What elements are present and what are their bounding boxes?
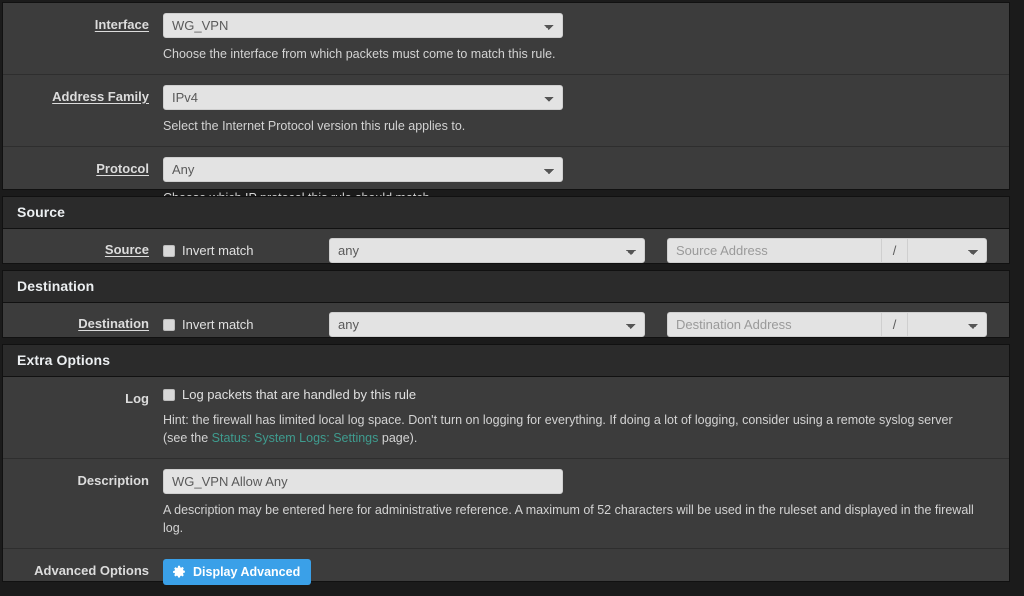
- destination-address-group: /: [667, 312, 987, 337]
- source-invert-match-toggle[interactable]: Invert match: [163, 243, 329, 258]
- destination-address-separator: /: [881, 312, 907, 337]
- destination-invert-match-toggle[interactable]: Invert match: [163, 317, 329, 332]
- destination-type-wrap: any: [329, 312, 645, 337]
- gear-icon: [172, 565, 186, 579]
- source-type-wrap: any: [329, 238, 645, 263]
- form-row-destination: Destination Invert match any Destination…: [3, 303, 1009, 346]
- source-invert-match-label: Invert match: [182, 243, 254, 258]
- source-controls: Invert match any /: [163, 238, 995, 263]
- source-address-group: /: [667, 238, 987, 263]
- destination-field-cell: Invert match any /: [163, 312, 1009, 337]
- destination-panel: Destination Destination Invert match any: [2, 270, 1010, 338]
- destination-type-select[interactable]: any: [329, 312, 645, 337]
- destination-label-cell: Destination: [3, 312, 163, 331]
- form-row-source: Source Invert match any /: [3, 229, 1009, 272]
- extra-options-panel: Extra Options Log Log packets that are h…: [2, 344, 1010, 585]
- interface-field-cell: WG_VPN Choose the interface from which p…: [163, 13, 1009, 63]
- advanced-options-label: Advanced Options: [34, 563, 149, 578]
- description-help-text: A description may be entered here for ad…: [163, 502, 974, 535]
- firewall-rule-edit-page: Interface WG_VPN Choose the interface fr…: [0, 0, 1024, 585]
- interface-help-text: Choose the interface from which packets …: [163, 47, 556, 61]
- destination-invert-match-label: Invert match: [182, 317, 254, 332]
- address-family-select[interactable]: IPv4: [163, 85, 563, 111]
- display-advanced-button-label: Display Advanced: [193, 565, 301, 579]
- checkbox-icon[interactable]: [163, 318, 175, 331]
- address-family-label-cell: Address Family: [3, 85, 163, 104]
- system-logs-settings-link[interactable]: Status: System Logs: Settings: [212, 431, 379, 445]
- checkbox-icon[interactable]: [163, 388, 175, 401]
- source-label[interactable]: Source: [105, 242, 149, 257]
- form-row-advanced-options: Advanced Options Display Advanced: [3, 549, 1009, 596]
- description-label: Description: [77, 472, 149, 488]
- destination-controls: Invert match any /: [163, 312, 995, 337]
- address-family-help-text: Select the Internet Protocol version thi…: [163, 119, 466, 134]
- destination-address-input[interactable]: [667, 312, 881, 337]
- destination-panel-heading: Destination: [3, 271, 1009, 303]
- source-field-cell: Invert match any /: [163, 238, 1009, 263]
- advanced-options-field-cell: Display Advanced: [163, 559, 1009, 585]
- log-packets-toggle[interactable]: Log packets that are handled by this rul…: [163, 387, 416, 402]
- description-label-cell: Description: [3, 469, 163, 488]
- source-mask-select[interactable]: [907, 238, 987, 263]
- log-hint-text: Hint: the firewall has limited local log…: [163, 411, 975, 447]
- protocol-select[interactable]: Any: [163, 157, 563, 183]
- description-field-cell: A description may be entered here for ad…: [163, 468, 1009, 537]
- interface-label[interactable]: Interface: [95, 17, 149, 32]
- form-row-description: Description A description may be entered…: [3, 459, 1009, 549]
- source-address-separator: /: [881, 238, 907, 263]
- protocol-label[interactable]: Protocol: [96, 161, 149, 176]
- form-row-log: Log Log packets that are handled by this…: [3, 377, 1009, 459]
- interface-select[interactable]: WG_VPN: [163, 13, 563, 38]
- log-packets-label: Log packets that are handled by this rul…: [182, 387, 417, 402]
- form-row-address-family: Address Family IPv4 Select the Internet …: [3, 75, 1009, 148]
- destination-mask-select[interactable]: [907, 312, 987, 337]
- extra-options-panel-heading: Extra Options: [3, 345, 1009, 377]
- source-label-cell: Source: [3, 238, 163, 257]
- log-hint-after: page).: [378, 430, 418, 445]
- source-type-select[interactable]: any: [329, 238, 645, 263]
- protocol-label-cell: Protocol: [3, 157, 163, 176]
- log-label: Log: [125, 391, 149, 406]
- source-panel: Source Source Invert match any Source Ad…: [2, 196, 1010, 264]
- source-address-input[interactable]: [667, 238, 881, 263]
- description-input[interactable]: [163, 468, 563, 494]
- rule-basic-panel: Interface WG_VPN Choose the interface fr…: [2, 2, 1010, 205]
- checkbox-icon[interactable]: [163, 244, 175, 257]
- log-label-cell: Log: [3, 387, 163, 406]
- advanced-options-label-cell: Advanced Options: [3, 559, 163, 578]
- form-row-interface: Interface WG_VPN Choose the interface fr…: [3, 3, 1009, 76]
- log-field-cell: Log packets that are handled by this rul…: [163, 387, 1009, 447]
- destination-label[interactable]: Destination: [78, 316, 149, 331]
- source-panel-heading: Source: [3, 197, 1009, 229]
- address-family-label[interactable]: Address Family: [52, 89, 149, 104]
- interface-label-cell: Interface: [3, 13, 163, 32]
- display-advanced-button[interactable]: Display Advanced: [163, 559, 312, 585]
- address-family-field-cell: IPv4 Select the Internet Protocol versio…: [163, 85, 1009, 135]
